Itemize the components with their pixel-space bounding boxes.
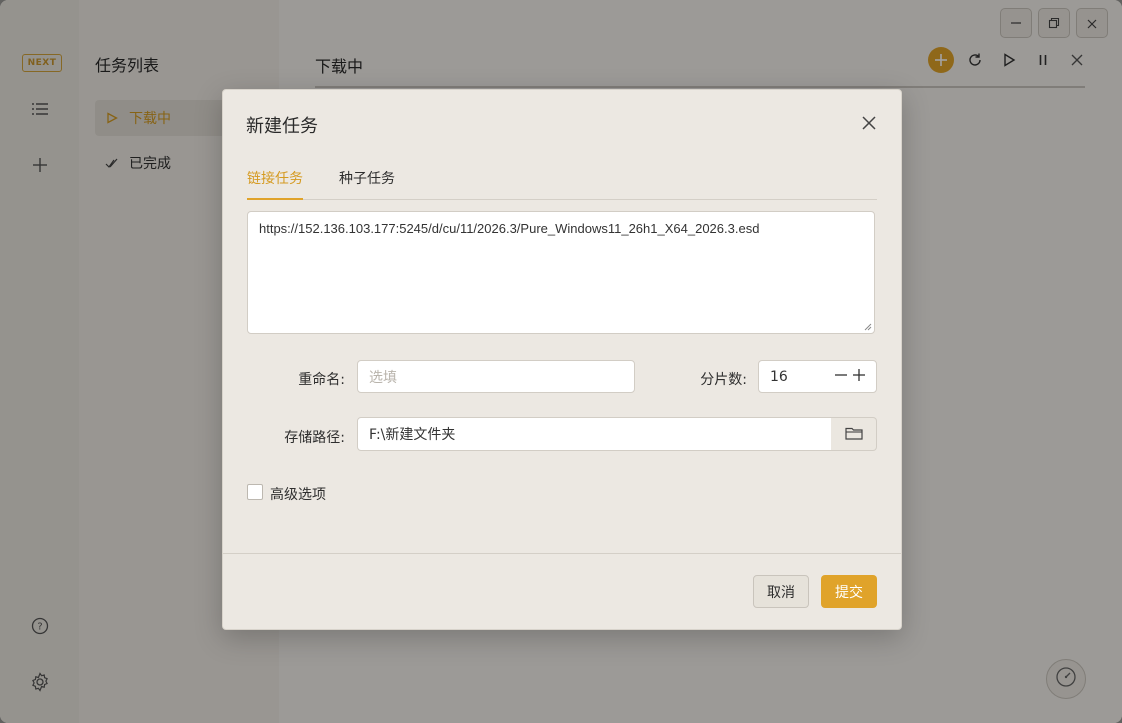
minus-icon: [834, 367, 848, 386]
plus-icon: [852, 367, 866, 386]
rename-input[interactable]: 选填: [357, 360, 635, 393]
tab-torrent-task[interactable]: 种子任务: [339, 168, 395, 198]
decrement-button[interactable]: [833, 368, 849, 384]
advanced-options-checkbox[interactable]: [247, 484, 263, 500]
resize-handle-icon[interactable]: [864, 323, 872, 331]
rename-label: 重命名:: [298, 372, 345, 388]
url-text: https://152.136.103.177:5245/d/cu/11/202…: [259, 221, 760, 236]
new-task-dialog: 新建任务 链接任务 种子任务 https://152.136.103.177:5…: [222, 89, 902, 630]
dialog-title: 新建任务: [246, 116, 318, 137]
path-value: F:\新建文件夹: [369, 427, 456, 443]
tab-link-task[interactable]: 链接任务: [247, 168, 303, 200]
increment-button[interactable]: [851, 368, 867, 384]
advanced-options-label[interactable]: 高级选项: [270, 484, 326, 504]
chunks-value: 16: [770, 368, 788, 385]
path-label: 存储路径:: [284, 430, 345, 446]
tab-bar: 链接任务 种子任务: [247, 168, 877, 200]
browse-folder-button[interactable]: [831, 417, 877, 451]
url-textarea[interactable]: https://152.136.103.177:5245/d/cu/11/202…: [247, 211, 875, 334]
submit-button[interactable]: 提交: [821, 575, 877, 608]
path-input[interactable]: F:\新建文件夹: [357, 417, 832, 451]
footer-divider: [223, 553, 901, 554]
folder-icon: [844, 425, 863, 444]
dialog-close-button[interactable]: [859, 114, 879, 134]
chunks-label: 分片数:: [700, 372, 747, 388]
close-icon: [862, 115, 876, 134]
cancel-button[interactable]: 取消: [753, 575, 809, 608]
